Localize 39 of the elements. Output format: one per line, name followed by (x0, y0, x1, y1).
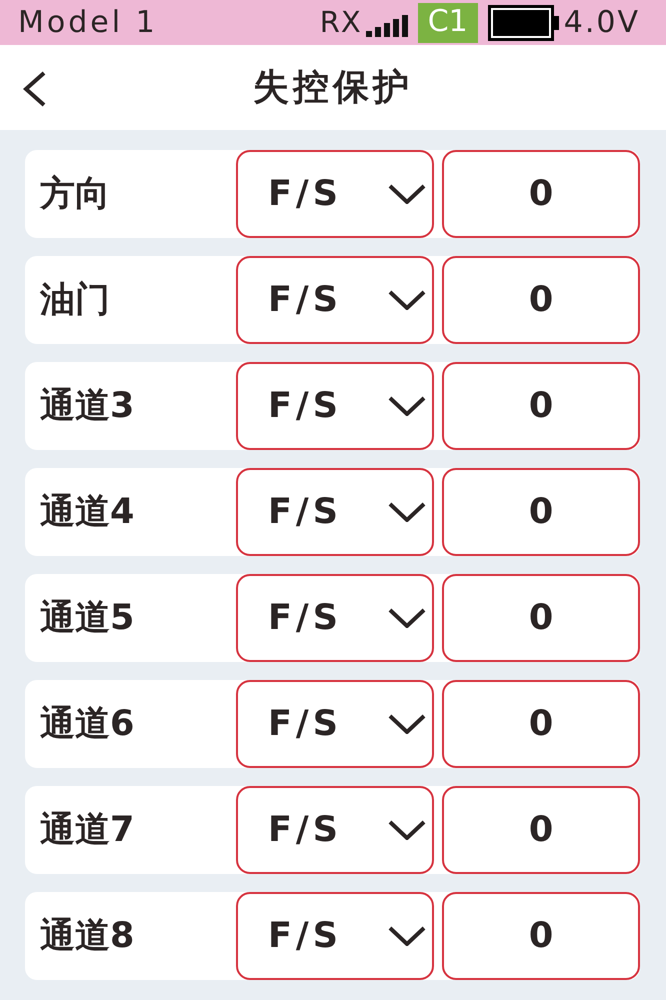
chevron-down-icon (388, 502, 426, 522)
channel-label: 通道7 (40, 812, 134, 848)
channel-label: 通道3 (40, 388, 134, 424)
chevron-down-icon (388, 290, 426, 310)
chevron-down-icon (388, 608, 426, 628)
mode-dropdown[interactable]: F/S (236, 362, 434, 450)
mode-dropdown[interactable]: F/S (236, 574, 434, 662)
value-field[interactable]: 0 (442, 468, 640, 556)
channel-label: 通道5 (40, 600, 134, 636)
value-field[interactable]: 0 (442, 256, 640, 344)
channel-label: 方向 (40, 176, 110, 212)
battery-voltage: 4.0V (564, 8, 640, 38)
channel-label: 油门 (40, 282, 110, 318)
channel-label: 通道4 (40, 494, 134, 530)
value-field[interactable]: 0 (442, 680, 640, 768)
chevron-down-icon (388, 396, 426, 416)
channel-label: 通道6 (40, 706, 134, 742)
channel-label: 通道8 (40, 918, 134, 954)
chevron-down-icon (388, 926, 426, 946)
model-name: Model 1 (18, 8, 158, 38)
rx-label: RX (320, 8, 362, 37)
signal-bars-icon (366, 14, 410, 36)
mode-dropdown[interactable]: F/S (236, 680, 434, 768)
value-field[interactable]: 0 (442, 150, 640, 238)
chevron-down-icon (388, 184, 426, 204)
mode-dropdown[interactable]: F/S (236, 786, 434, 874)
page-title: 失控保护 (253, 70, 413, 106)
mode-dropdown[interactable]: F/S (236, 150, 434, 238)
mode-dropdown[interactable]: F/S (236, 468, 434, 556)
channel-badge: C1 (418, 2, 478, 42)
value-field[interactable]: 0 (442, 892, 640, 980)
mode-dropdown[interactable]: F/S (236, 256, 434, 344)
value-field[interactable]: 0 (442, 574, 640, 662)
mode-dropdown[interactable]: F/S (236, 892, 434, 980)
chevron-down-icon (388, 820, 426, 840)
value-field[interactable]: 0 (442, 362, 640, 450)
battery-icon (488, 4, 560, 40)
value-field[interactable]: 0 (442, 786, 640, 874)
chevron-down-icon (388, 714, 426, 734)
